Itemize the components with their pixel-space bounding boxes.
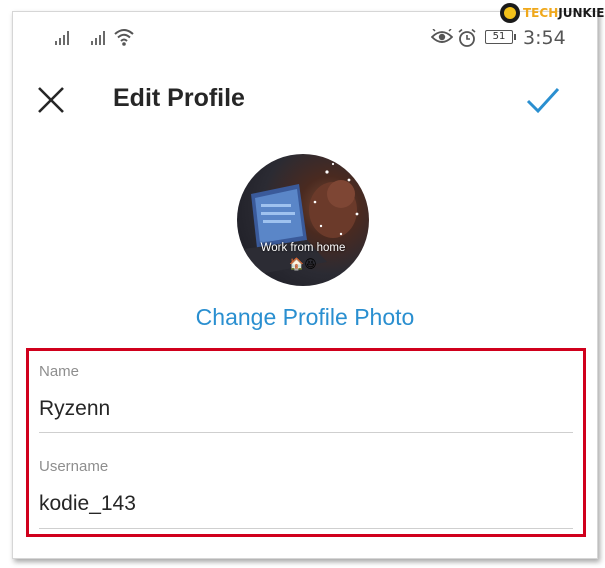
profile-photo[interactable]: Work from home 🏠😆 [237, 154, 369, 286]
page-title: Edit Profile [113, 84, 245, 112]
username-input[interactable]: kodie_143 [39, 492, 573, 516]
battery-icon: 51 [485, 30, 516, 44]
photo-caption: Work from home [260, 242, 346, 254]
username-field[interactable]: Username kodie_143 [39, 458, 573, 516]
username-label: Username [39, 458, 109, 475]
phone-screen: 51 3:54 Edit Profile Work from home 🏠😆 C… [12, 11, 598, 559]
change-profile-photo-link[interactable]: Change Profile Photo [13, 304, 597, 331]
techjunkie-logo [500, 3, 520, 23]
techjunkie-watermark: TECHJUNKIE [500, 2, 604, 24]
clock-time: 3:54 [523, 27, 566, 49]
close-icon[interactable] [35, 84, 67, 116]
username-underline [39, 528, 573, 529]
name-label: Name [39, 363, 80, 380]
photo-emoji: 🏠😆 [289, 257, 317, 271]
alarm-icon [458, 28, 476, 47]
name-underline [39, 432, 573, 433]
signal-icon [55, 29, 69, 45]
app-header: Edit Profile [13, 64, 597, 136]
checkmark-icon[interactable] [525, 84, 561, 116]
name-field[interactable]: Name Ryzenn [39, 363, 573, 421]
watermark-text: TECHJUNKIE [523, 6, 605, 20]
name-username-highlight-box: Name Ryzenn Username kodie_143 [26, 348, 586, 537]
wifi-icon [114, 29, 134, 46]
signal-icon [91, 29, 105, 45]
name-input[interactable]: Ryzenn [39, 397, 573, 421]
eye-icon [431, 29, 453, 43]
